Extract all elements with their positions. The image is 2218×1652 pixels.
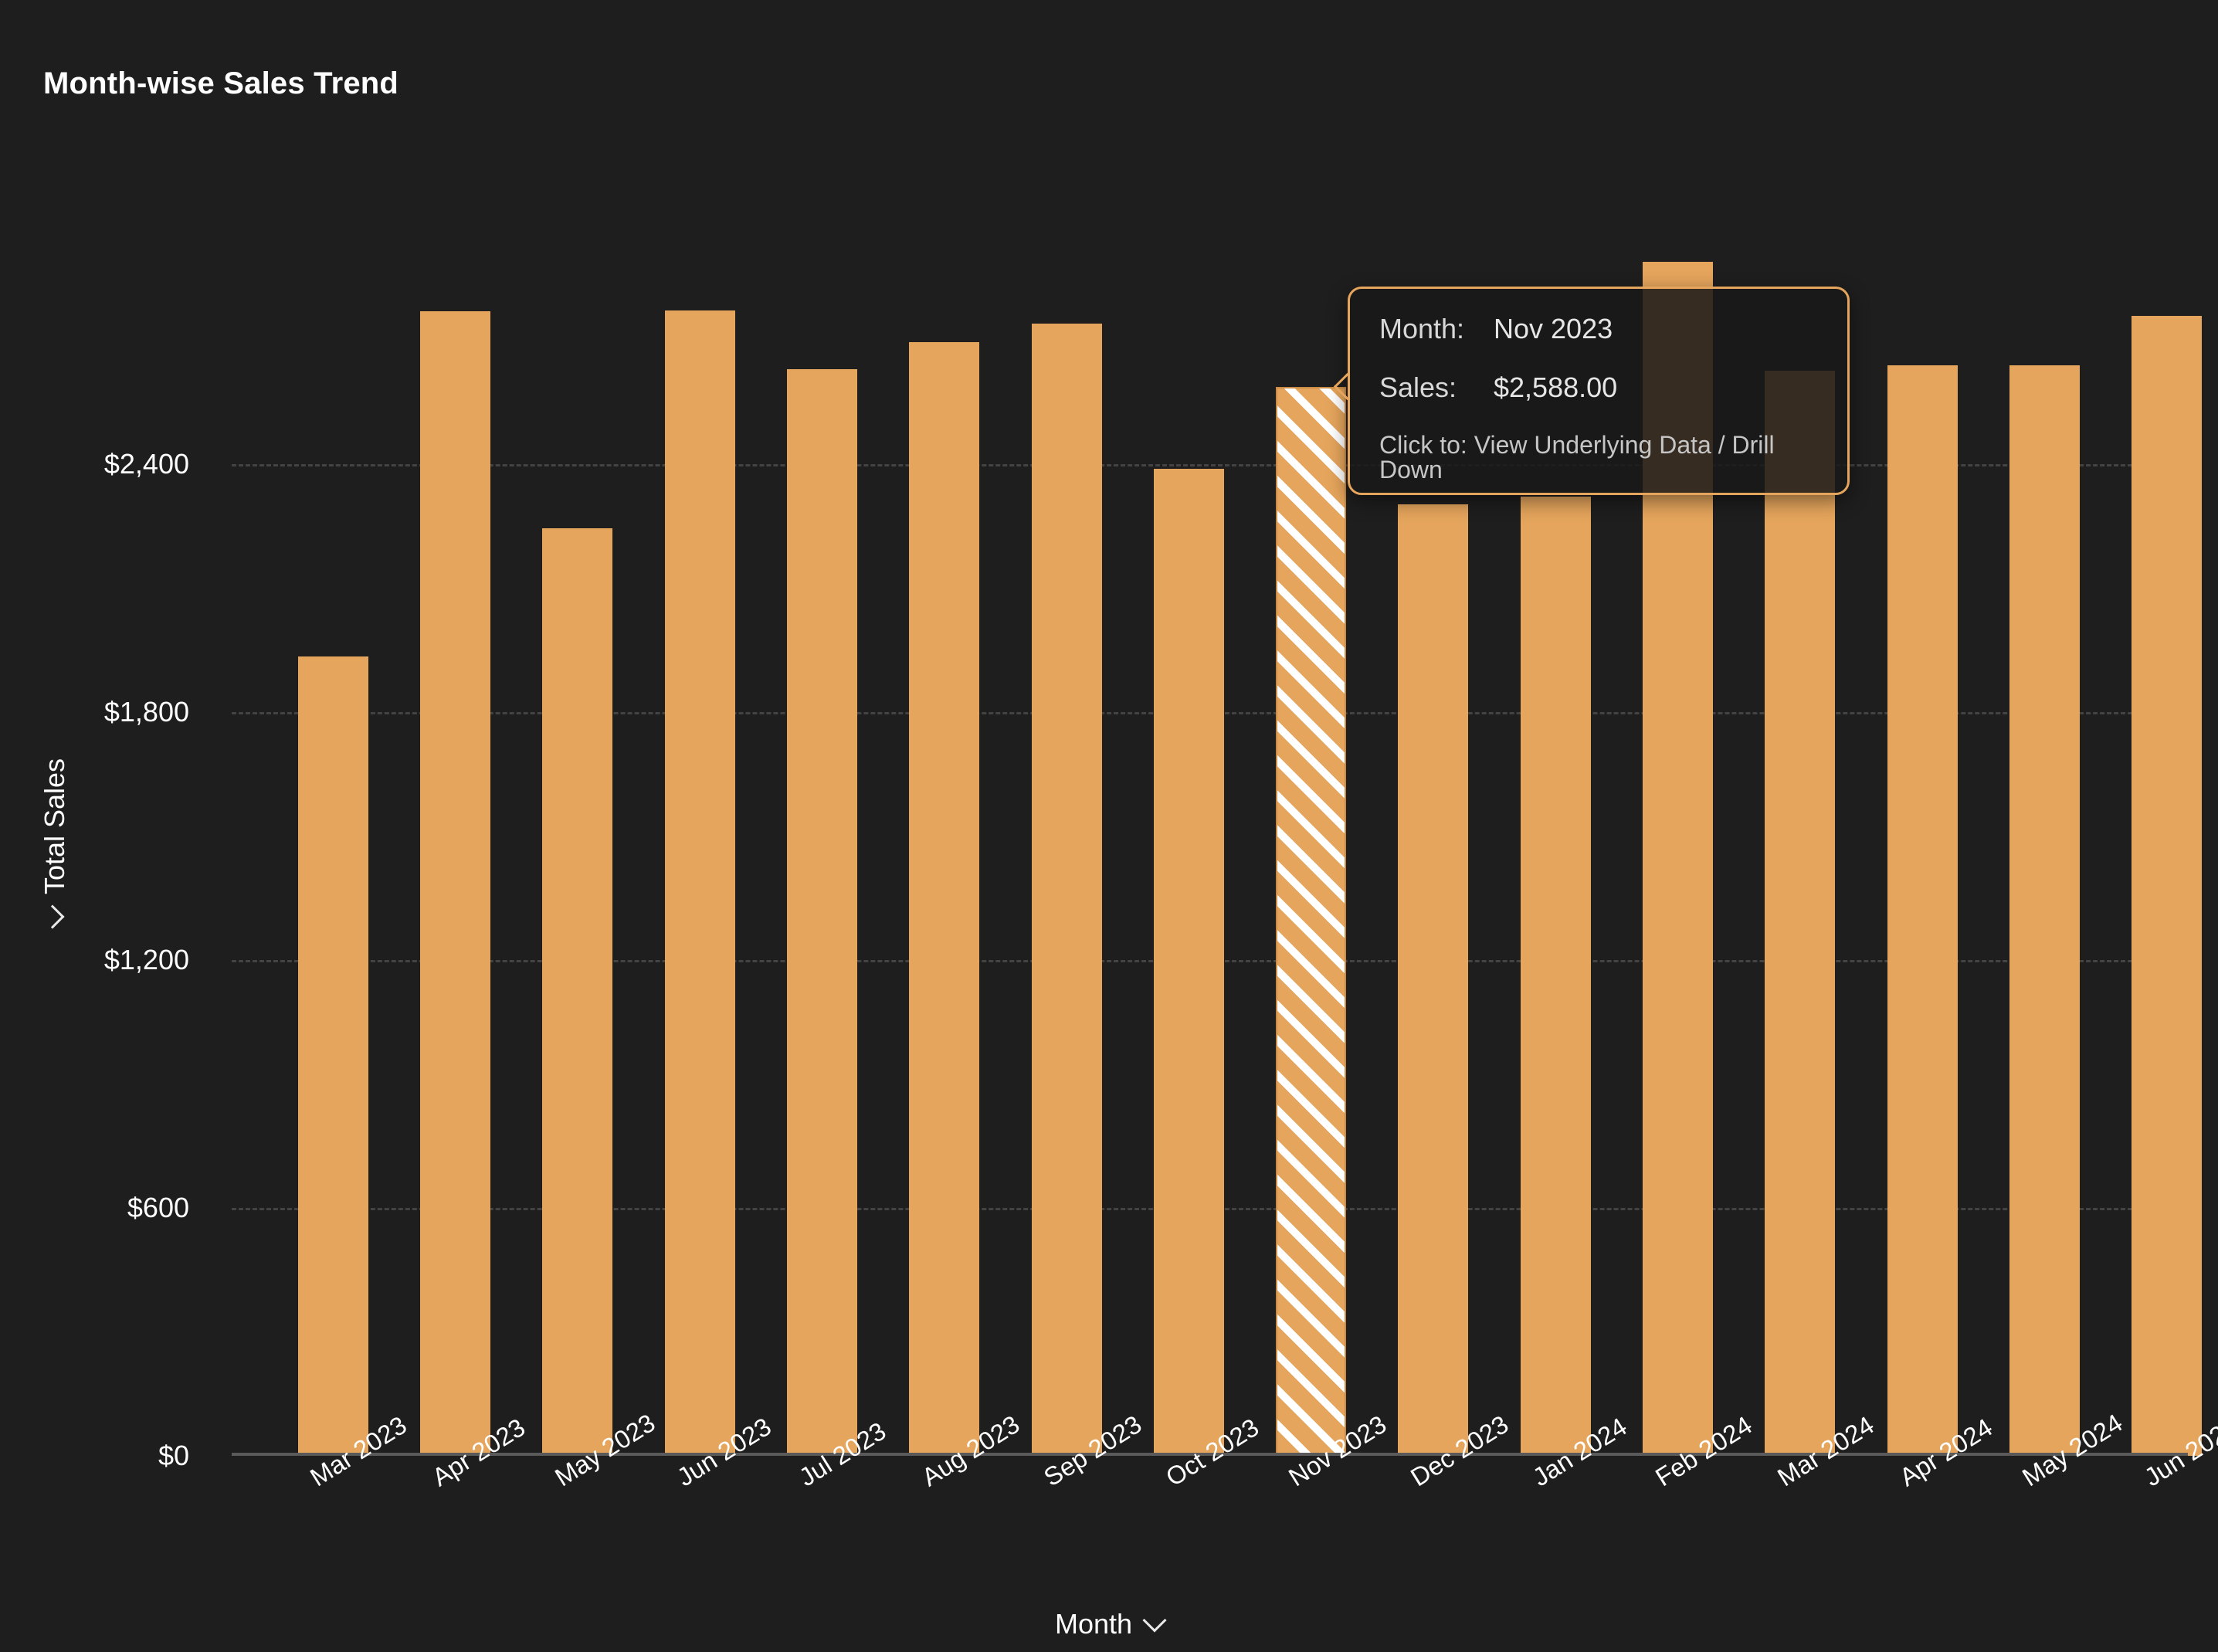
bar-jun-2024[interactable] bbox=[2132, 316, 2203, 1456]
x-axis-title: Month bbox=[0, 1608, 2218, 1640]
bar-apr-2024[interactable] bbox=[1887, 365, 1958, 1456]
bar-mar-2024[interactable] bbox=[1765, 371, 1836, 1456]
y-axis-tick-label: $0 bbox=[158, 1440, 189, 1471]
x-axis-title-label: Month bbox=[1054, 1608, 1133, 1640]
bar-may-2023[interactable] bbox=[542, 528, 613, 1456]
tooltip-row-sales: Sales: $2,588.00 bbox=[1379, 374, 1818, 402]
tooltip-month-value: Nov 2023 bbox=[1494, 313, 1613, 344]
bar-jul-2023[interactable] bbox=[786, 369, 857, 1456]
x-axis-title-inner[interactable]: Month bbox=[1054, 1608, 1167, 1640]
bar-apr-2023[interactable] bbox=[419, 310, 490, 1456]
y-axis-tick-label: $1,800 bbox=[103, 696, 189, 728]
bar-mar-2023[interactable] bbox=[297, 656, 368, 1456]
bar-sep-2023[interactable] bbox=[1031, 323, 1102, 1456]
plot-inner bbox=[232, 185, 2203, 1456]
tooltip-drilldown-hint[interactable]: Click to: View Underlying Data / Drill D… bbox=[1379, 433, 1818, 482]
page-title: Month-wise Sales Trend bbox=[43, 66, 399, 100]
bar-nov-2023[interactable] bbox=[1276, 386, 1347, 1456]
bar-dec-2023[interactable] bbox=[1398, 504, 1469, 1456]
bar-oct-2023[interactable] bbox=[1153, 468, 1224, 1456]
tooltip-sales-key: Sales: bbox=[1379, 371, 1457, 403]
y-axis-tick-label: $600 bbox=[127, 1192, 189, 1224]
plot-area bbox=[232, 185, 2203, 1456]
bar-jun-2023[interactable] bbox=[664, 310, 735, 1456]
chevron-down-icon bbox=[1142, 1608, 1167, 1633]
tooltip-row-month: Month: Nov 2023 bbox=[1379, 315, 1818, 343]
y-axis-title[interactable]: Total Sales bbox=[39, 758, 71, 929]
y-axis-title-label: Total Sales bbox=[39, 758, 70, 895]
tooltip-caret-icon bbox=[1331, 374, 1350, 408]
bar-aug-2023[interactable] bbox=[909, 341, 980, 1456]
tooltip-month-key: Month: bbox=[1379, 313, 1465, 344]
y-axis-tick-label: $1,200 bbox=[103, 944, 189, 976]
tooltip-sales-value: $2,588.00 bbox=[1494, 371, 1618, 403]
chevron-down-icon bbox=[40, 904, 65, 929]
bar-may-2024[interactable] bbox=[2009, 365, 2081, 1456]
bar-jan-2024[interactable] bbox=[1520, 497, 1591, 1456]
chart-tooltip[interactable]: Month: Nov 2023 Sales: $2,588.00 Click t… bbox=[1348, 287, 1850, 495]
y-axis-tick-label: $2,400 bbox=[103, 448, 189, 480]
chart-canvas: Month-wise Sales Trend Total Sales $2,40… bbox=[0, 0, 2218, 1652]
y-axis-title-wrap: Total Sales bbox=[20, 0, 90, 1652]
